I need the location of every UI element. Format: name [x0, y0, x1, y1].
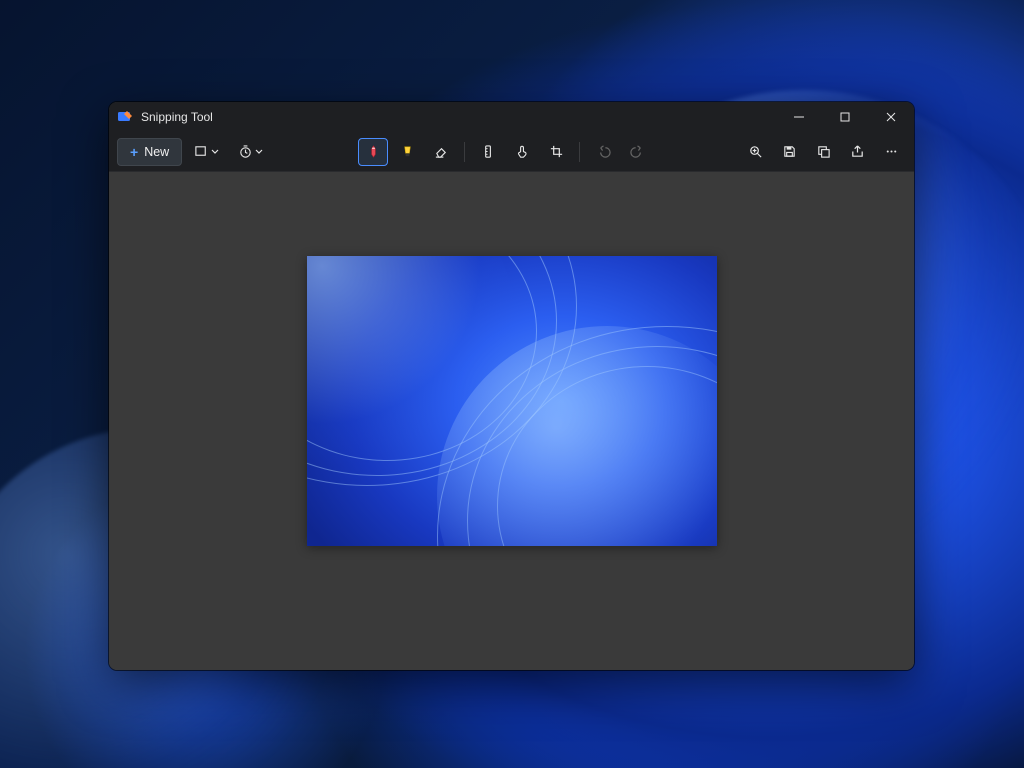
edit-tools-group: [358, 138, 652, 166]
crop-button[interactable]: [541, 138, 571, 166]
snip-mode-dropdown[interactable]: [186, 138, 226, 166]
separator: [579, 142, 580, 162]
minimize-button[interactable]: [776, 102, 822, 132]
redo-button[interactable]: [622, 138, 652, 166]
output-tools-group: [740, 138, 906, 166]
touch-writing-button[interactable]: [507, 138, 537, 166]
copy-button[interactable]: [808, 138, 838, 166]
delay-dropdown[interactable]: [230, 138, 270, 166]
zoom-button[interactable]: [740, 138, 770, 166]
maximize-button[interactable]: [822, 102, 868, 132]
ruler-tool-button[interactable]: [473, 138, 503, 166]
pen-tool-button[interactable]: [358, 138, 388, 166]
chevron-down-icon: [255, 143, 263, 161]
undo-button[interactable]: [588, 138, 618, 166]
highlighter-tool-button[interactable]: [392, 138, 422, 166]
eraser-tool-button[interactable]: [426, 138, 456, 166]
share-button[interactable]: [842, 138, 872, 166]
snipping-tool-window: Snipping Tool + New: [109, 102, 914, 670]
separator: [464, 142, 465, 162]
app-icon: [117, 109, 133, 125]
new-snip-button[interactable]: + New: [117, 138, 182, 166]
titlebar[interactable]: Snipping Tool: [109, 102, 914, 132]
plus-icon: +: [130, 145, 138, 159]
captured-screenshot[interactable]: [307, 256, 717, 546]
save-button[interactable]: [774, 138, 804, 166]
chevron-down-icon: [211, 143, 219, 161]
window-title: Snipping Tool: [141, 110, 213, 124]
new-button-label: New: [144, 145, 169, 159]
more-button[interactable]: [876, 138, 906, 166]
toolbar: + New: [109, 132, 914, 172]
canvas-area[interactable]: [109, 172, 914, 670]
close-button[interactable]: [868, 102, 914, 132]
